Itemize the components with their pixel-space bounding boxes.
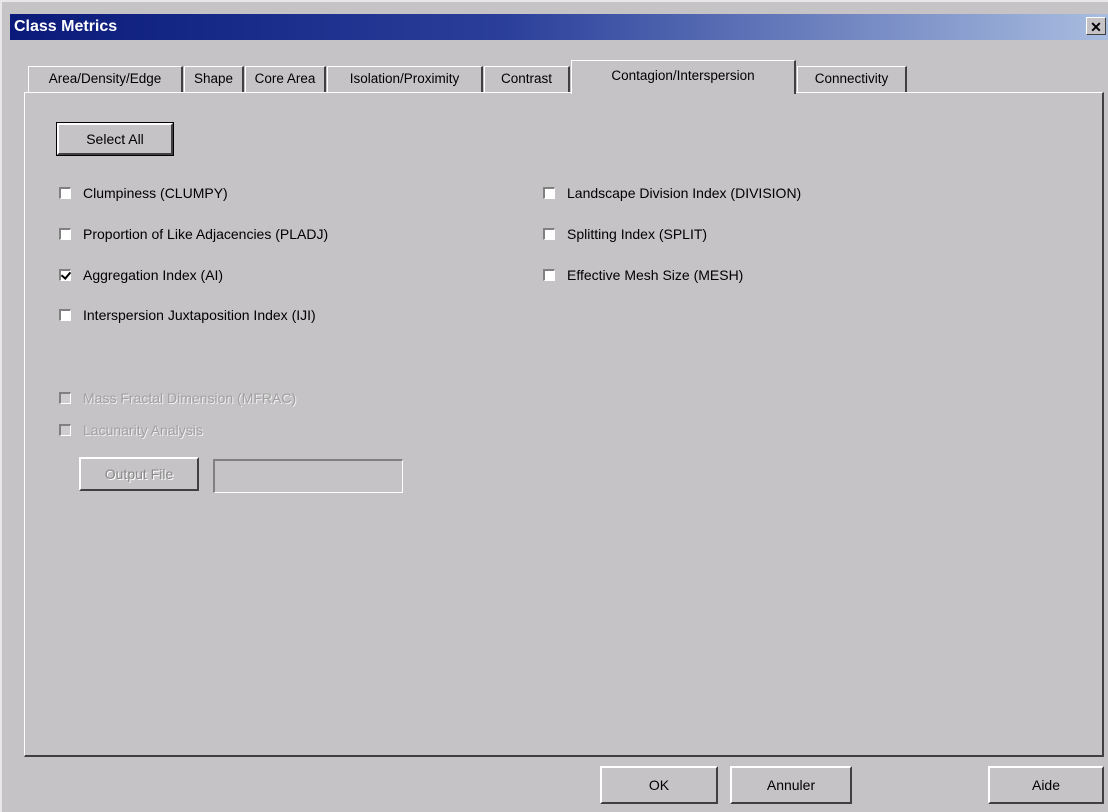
checkbox-box-checked[interactable] <box>59 269 71 281</box>
checkbox-box <box>59 424 71 436</box>
checkbox-box[interactable] <box>59 187 71 199</box>
window-title: Class Metrics <box>14 18 118 35</box>
checkbox-lacunarity-disabled: Lacunarity Analysis <box>59 420 203 440</box>
checkbox-iji[interactable]: Interspersion Juxtaposition Index (IJI) <box>59 305 316 325</box>
checkbox-mesh[interactable]: Effective Mesh Size (MESH) <box>543 265 743 285</box>
close-button[interactable]: ✕ <box>1086 17 1106 35</box>
checkbox-label: Interspersion Juxtaposition Index (IJI) <box>83 307 316 323</box>
tab-contrast[interactable]: Contrast <box>484 66 570 92</box>
checkbox-clumpy[interactable]: Clumpiness (CLUMPY) <box>59 183 228 203</box>
checkbox-mfrac-disabled: Mass Fractal Dimension (MFRAC) <box>59 388 296 408</box>
ok-button[interactable]: OK <box>600 766 718 804</box>
checkbox-split[interactable]: Splitting Index (SPLIT) <box>543 224 707 244</box>
checkbox-division[interactable]: Landscape Division Index (DIVISION) <box>543 183 801 203</box>
output-file-field <box>213 459 403 493</box>
checkbox-box[interactable] <box>543 187 555 199</box>
checkbox-box[interactable] <box>59 228 71 240</box>
tab-area-density-edge[interactable]: Area/Density/Edge <box>28 66 183 92</box>
tab-isolation-proximity[interactable]: Isolation/Proximity <box>327 66 483 92</box>
tab-shape[interactable]: Shape <box>184 66 244 92</box>
checkbox-box[interactable] <box>543 269 555 281</box>
output-file-button: Output File <box>79 457 199 491</box>
select-all-button[interactable]: Select All <box>56 122 174 156</box>
tab-panel: Select All Clumpiness (CLUMPY) Proportio… <box>24 92 1104 757</box>
checkbox-label: Lacunarity Analysis <box>83 422 203 438</box>
checkbox-ai[interactable]: Aggregation Index (AI) <box>59 265 223 285</box>
checkbox-label: Landscape Division Index (DIVISION) <box>567 185 802 201</box>
checkbox-label: Proportion of Like Adjacencies (PLADJ) <box>83 226 329 242</box>
checkbox-box[interactable] <box>543 228 555 240</box>
checkbox-label: Effective Mesh Size (MESH) <box>567 267 744 283</box>
checkbox-pladj[interactable]: Proportion of Like Adjacencies (PLADJ) <box>59 224 328 244</box>
close-icon: ✕ <box>1090 19 1102 35</box>
checkbox-box <box>59 392 71 404</box>
checkbox-label: Clumpiness (CLUMPY) <box>83 185 228 201</box>
checkbox-label: Splitting Index (SPLIT) <box>567 226 708 242</box>
checkbox-label: Mass Fractal Dimension (MFRAC) <box>83 390 297 406</box>
class-metrics-dialog: Class Metrics ✕ Area/Density/Edge Shape … <box>0 0 1108 812</box>
title-bar: Class Metrics ✕ <box>10 14 1108 40</box>
help-button[interactable]: Aide <box>988 766 1104 804</box>
checkbox-label: Aggregation Index (AI) <box>83 267 224 283</box>
tab-contagion-interspersion[interactable]: Contagion/Interspersion <box>571 60 796 94</box>
tab-core-area[interactable]: Core Area <box>245 66 326 92</box>
tab-connectivity[interactable]: Connectivity <box>797 66 907 92</box>
checkbox-box[interactable] <box>59 309 71 321</box>
cancel-button[interactable]: Annuler <box>730 766 852 804</box>
